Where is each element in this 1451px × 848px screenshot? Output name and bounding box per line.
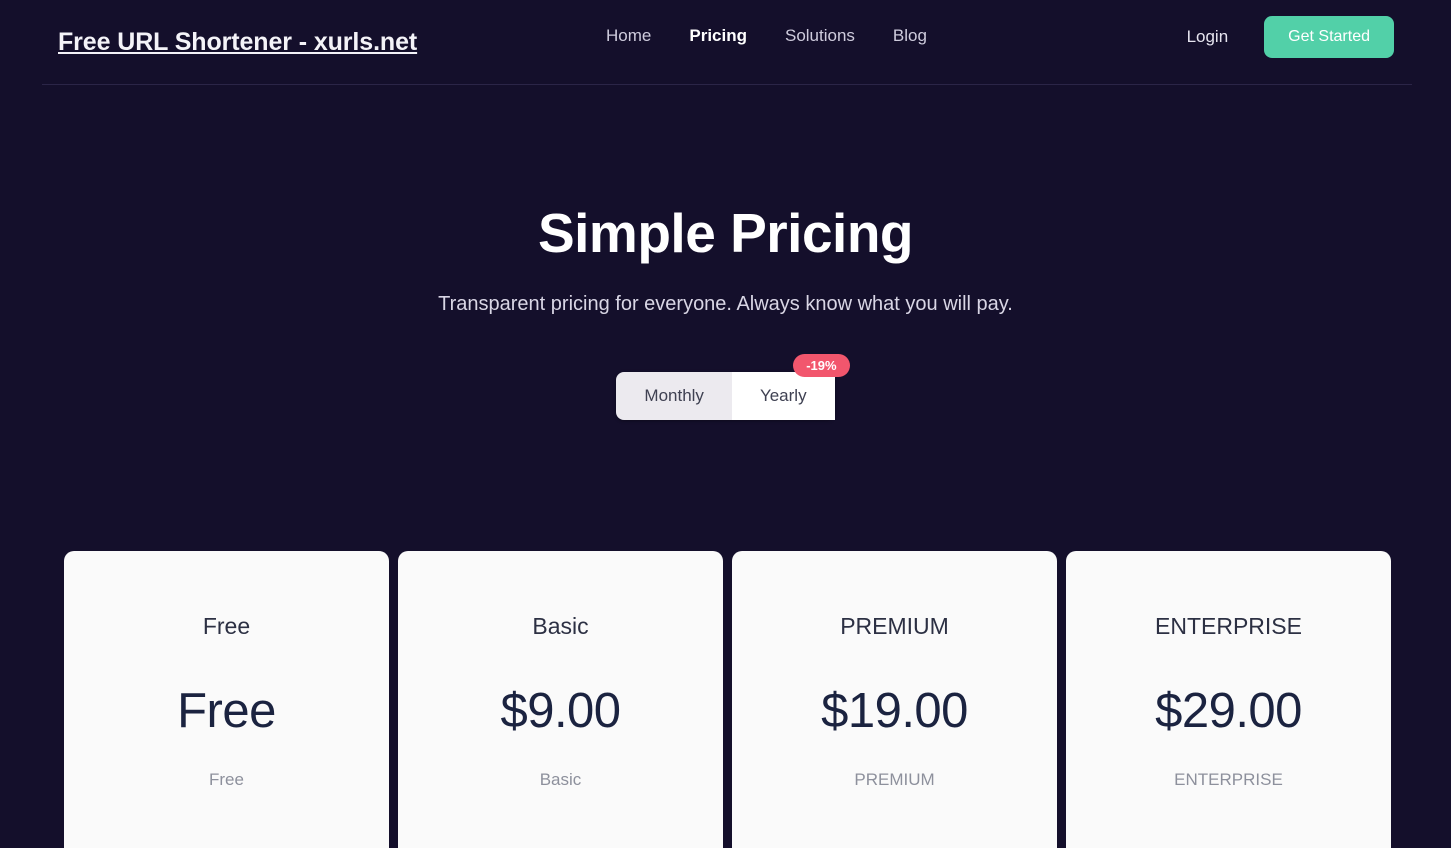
nav-link-solutions[interactable]: Solutions bbox=[785, 26, 855, 46]
pricing-card-free[interactable]: Free Free Free bbox=[64, 551, 389, 848]
plan-caption: Free bbox=[209, 770, 244, 790]
pricing-card-premium[interactable]: PREMIUM $19.00 PREMIUM bbox=[732, 551, 1057, 848]
brand-logo[interactable]: Free URL Shortener - xurls.net bbox=[58, 28, 417, 57]
billing-period-toggle[interactable]: Monthly Yearly -19% bbox=[616, 354, 850, 421]
main-nav: Home Pricing Solutions Blog bbox=[606, 26, 927, 46]
discount-badge: -19% bbox=[793, 354, 850, 377]
billing-toggle-wrap: Monthly Yearly -19% bbox=[0, 354, 1451, 421]
pricing-grid: Free Free Free Basic $9.00 Basic PREMIUM… bbox=[64, 551, 1391, 848]
plan-caption: Basic bbox=[539, 770, 582, 790]
plan-price: $19.00 bbox=[821, 683, 968, 738]
nav-link-blog[interactable]: Blog bbox=[893, 26, 927, 46]
plan-name: PREMIUM bbox=[840, 613, 949, 639]
page-subtitle: Transparent pricing for everyone. Always… bbox=[438, 293, 1013, 315]
pricing-card-enterprise[interactable]: ENTERPRISE $29.00 ENTERPRISE bbox=[1066, 551, 1391, 848]
toggle-option-yearly[interactable]: Yearly bbox=[731, 372, 835, 421]
nav-link-pricing[interactable]: Pricing bbox=[689, 26, 747, 46]
toggle-option-monthly[interactable]: Monthly bbox=[616, 372, 732, 421]
login-link[interactable]: Login bbox=[1187, 27, 1229, 47]
get-started-button[interactable]: Get Started bbox=[1264, 16, 1394, 58]
nav-link-home[interactable]: Home bbox=[606, 26, 651, 46]
header-actions: Login Get Started bbox=[1187, 16, 1394, 58]
page-title: Simple Pricing bbox=[537, 202, 914, 264]
header-divider bbox=[42, 84, 1412, 85]
site-header: Free URL Shortener - xurls.net Home Pric… bbox=[0, 0, 1451, 85]
plan-name: ENTERPRISE bbox=[1155, 613, 1302, 639]
plan-caption: ENTERPRISE bbox=[1174, 770, 1283, 790]
plan-price: $29.00 bbox=[1155, 683, 1302, 738]
plan-caption: PREMIUM bbox=[854, 770, 935, 790]
plan-name: Free bbox=[202, 613, 251, 639]
pricing-card-basic[interactable]: Basic $9.00 Basic bbox=[398, 551, 723, 848]
hero-section: Simple Pricing Transparent pricing for e… bbox=[0, 85, 1451, 421]
plan-price: Free bbox=[177, 683, 276, 738]
plan-name: Basic bbox=[532, 613, 589, 639]
plan-price: $9.00 bbox=[500, 683, 621, 738]
